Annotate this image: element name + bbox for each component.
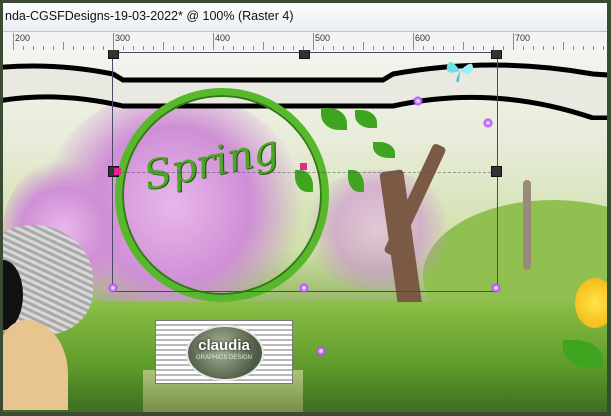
pivot-handle[interactable] xyxy=(114,168,121,175)
selection-handle-middle-right[interactable] xyxy=(491,166,502,177)
ruler-tick xyxy=(363,42,364,50)
selection-handle-top-center[interactable] xyxy=(299,50,310,59)
tree-trunk xyxy=(523,180,531,270)
ruler-tick xyxy=(313,33,314,50)
ruler-label: 500 xyxy=(315,33,331,43)
sparkle xyxy=(483,118,493,128)
watermark-logo: claudia GRAPHICS DESIGN xyxy=(155,320,293,384)
selection-handle-bottom-center[interactable] xyxy=(299,283,309,293)
ruler-tick xyxy=(263,42,264,50)
selection-handle-bottom-right[interactable] xyxy=(491,283,501,293)
ruler-tick xyxy=(213,33,214,50)
logo-text: claudia xyxy=(198,337,250,354)
sparkle xyxy=(413,96,423,106)
ruler-tick xyxy=(413,33,414,50)
selection-handle-top-right[interactable] xyxy=(491,50,502,59)
ruler-tick xyxy=(13,33,14,50)
window-title: nda-CGSFDesigns-19-03-2022* @ 100% (Rast… xyxy=(5,9,294,23)
ruler-tick xyxy=(463,42,464,50)
grass-meadow xyxy=(3,302,607,412)
ruler-label: 400 xyxy=(215,33,231,43)
ruler-label: 600 xyxy=(415,33,431,43)
selection-guide xyxy=(112,172,496,173)
image-canvas[interactable]: Spring claudia GRAPHICS DESIGN xyxy=(3,50,607,412)
ruler-label: 300 xyxy=(115,33,131,43)
image-window[interactable]: nda-CGSFDesigns-19-03-2022* @ 100% (Rast… xyxy=(3,3,607,412)
horizontal-ruler[interactable]: 200 300 400 500 600 700 xyxy=(3,32,607,51)
ruler-label: 700 xyxy=(515,33,531,43)
ruler-tick xyxy=(63,42,64,50)
ruler-tick xyxy=(563,42,564,50)
outer-frame: nda-CGSFDesigns-19-03-2022* @ 100% (Rast… xyxy=(0,0,611,416)
rotation-handle[interactable] xyxy=(300,163,307,170)
sparkle xyxy=(316,346,326,356)
selection-handle-bottom-left[interactable] xyxy=(108,283,118,293)
yellow-flower xyxy=(575,278,607,328)
ruler-label: 200 xyxy=(15,33,31,43)
selection-handle-top-left[interactable] xyxy=(108,50,119,59)
ruler-tick xyxy=(163,42,164,50)
ruler-tick xyxy=(513,33,514,50)
window-titlebar[interactable]: nda-CGSFDesigns-19-03-2022* @ 100% (Rast… xyxy=(3,3,607,32)
ruler-tick xyxy=(113,33,114,50)
logo-subtext: GRAPHICS DESIGN xyxy=(195,355,252,361)
